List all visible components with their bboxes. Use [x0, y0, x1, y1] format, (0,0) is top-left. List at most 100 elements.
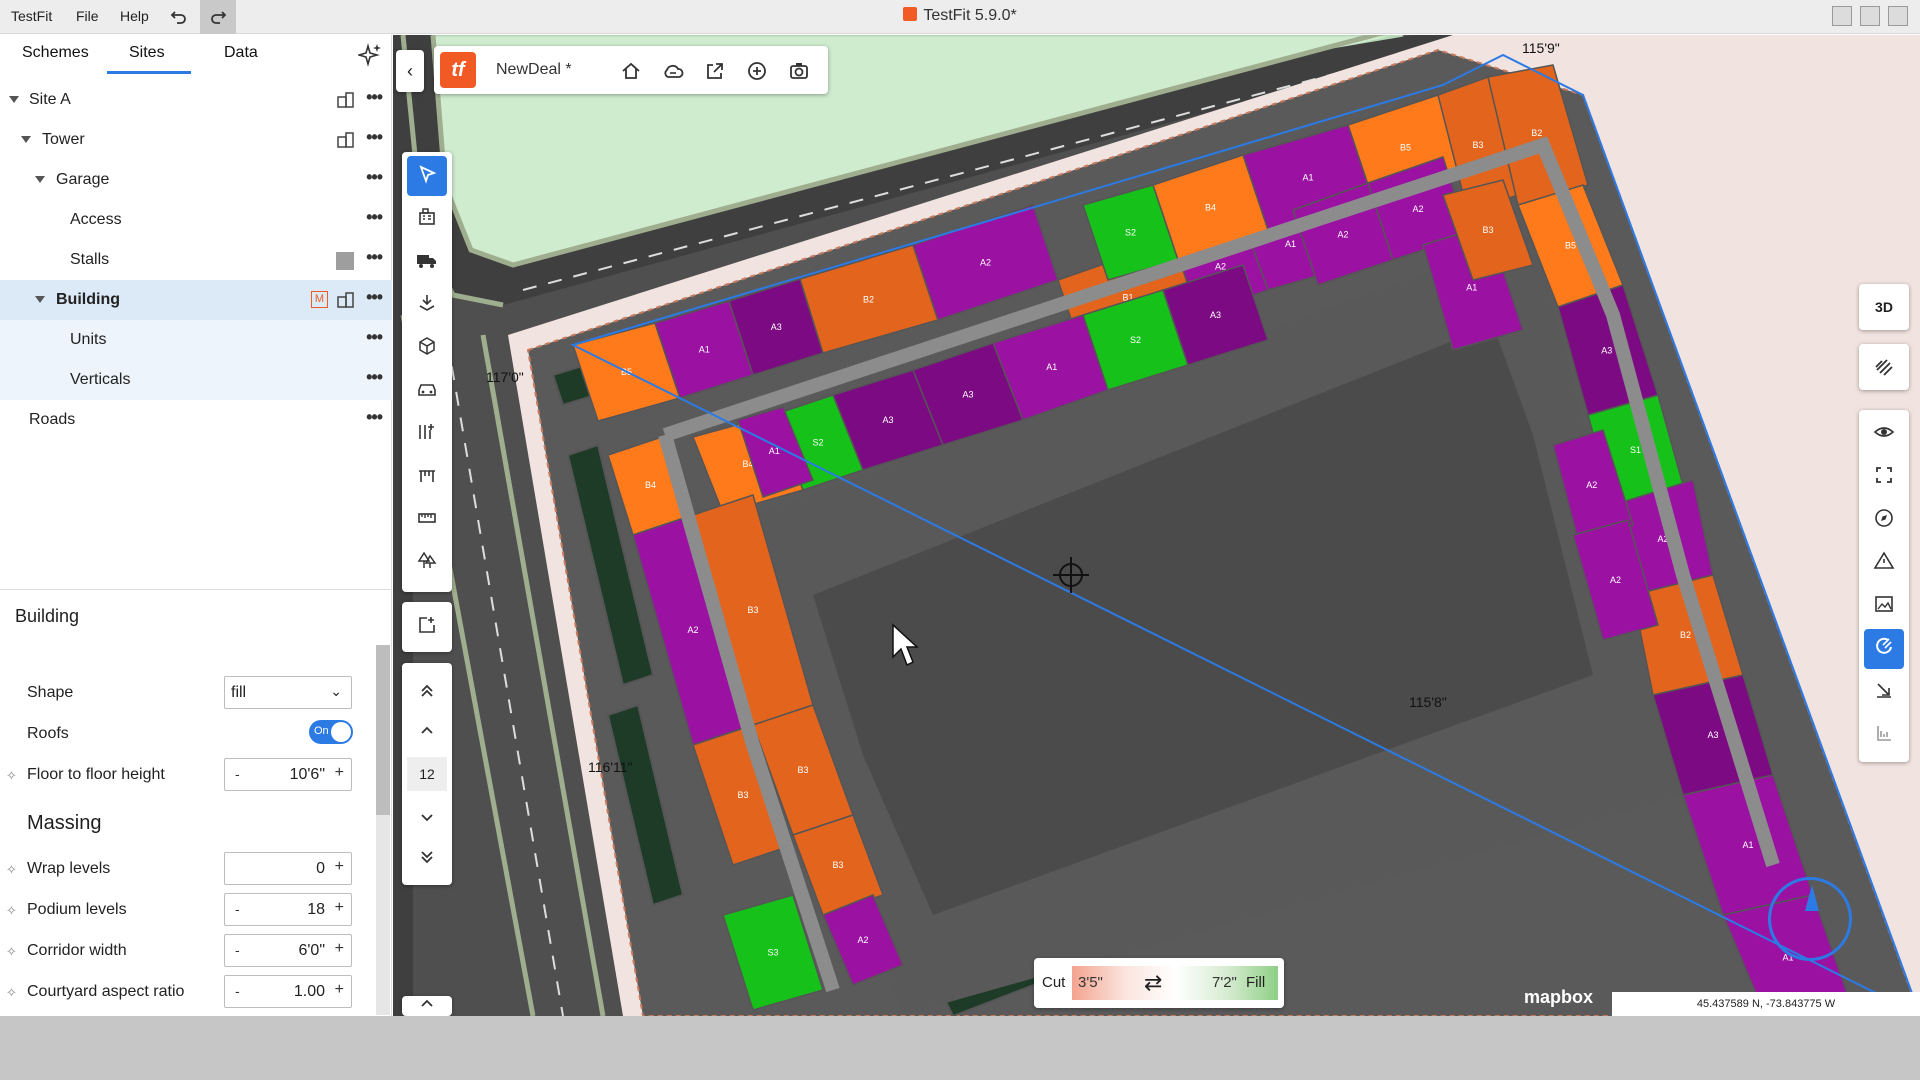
caret-down-icon[interactable] [35, 176, 45, 183]
sparkle-icon[interactable]: ✧ [6, 862, 17, 878]
undo-icon[interactable] [166, 4, 192, 30]
swap-arrows-icon[interactable]: ⇄ [1144, 970, 1162, 996]
tree-item-verticals[interactable]: Verticals ••• [0, 360, 392, 400]
testfit-logo[interactable]: tf [440, 52, 476, 88]
massing-badge[interactable]: M [311, 291, 328, 308]
select-tool[interactable] [407, 156, 447, 196]
level-down-button[interactable] [407, 799, 447, 839]
caret-down-icon[interactable] [21, 136, 31, 143]
more-options-icon[interactable]: ••• [366, 288, 383, 306]
decrement-button[interactable]: - [235, 983, 240, 999]
add-layer-button[interactable] [407, 607, 447, 647]
building-icon[interactable] [337, 292, 354, 308]
close-button[interactable] [1888, 6, 1908, 26]
menu-help[interactable]: Help [120, 8, 149, 24]
measure-tool[interactable] [407, 500, 447, 540]
sparkle-icon[interactable]: ✧ [6, 903, 17, 919]
share-icon[interactable] [704, 60, 726, 82]
decrement-button[interactable]: - [235, 901, 240, 917]
scrollbar[interactable] [376, 645, 390, 1015]
tree-item-roads[interactable]: Roads ••• [0, 400, 392, 440]
caret-down-icon[interactable] [9, 96, 19, 103]
more-options-icon[interactable]: ••• [366, 168, 383, 186]
current-level[interactable]: 12 [407, 757, 447, 791]
map-canvas[interactable]: B5 A1 A3 B2 A2 B1 A2 A1 B4 S2 A3 A3 A1 S2 A3 B5 A1 B4 S2 A2… [393, 35, 1920, 1016]
building-icon[interactable] [337, 92, 354, 108]
landscape-tool[interactable] [407, 543, 447, 583]
canopy-tool[interactable] [407, 457, 447, 497]
caret-down-icon[interactable] [35, 296, 45, 303]
tree-item-tower[interactable]: Tower ••• [0, 120, 392, 160]
tree-item-garage[interactable]: Garage ••• [0, 160, 392, 200]
menu-file[interactable]: File [76, 8, 99, 24]
more-options-icon[interactable]: ••• [366, 368, 383, 386]
redo-button[interactable] [200, 0, 236, 34]
terrain-button[interactable] [1864, 543, 1904, 583]
view-3d-button[interactable]: 3D [1859, 284, 1909, 330]
increment-button[interactable]: + [335, 940, 344, 958]
fit-view-button[interactable] [1864, 457, 1904, 497]
shape-select[interactable]: fill ⌄ [224, 676, 352, 709]
increment-button[interactable]: + [335, 899, 344, 917]
tree-item-building[interactable]: Building M ••• [0, 280, 392, 320]
level-bottom-button[interactable] [407, 839, 447, 879]
truck-tool[interactable] [407, 242, 447, 282]
amenity-tool[interactable] [407, 285, 447, 325]
cloud-sync-icon[interactable] [662, 60, 684, 82]
grid-tool[interactable] [407, 414, 447, 454]
tab-data[interactable]: Data [224, 44, 258, 62]
scroll-up-button[interactable] [407, 986, 447, 1016]
collapse-panel-button[interactable]: ‹ [396, 50, 424, 92]
image-button[interactable] [1864, 586, 1904, 626]
more-options-icon[interactable]: ••• [366, 328, 383, 346]
north-compass[interactable] [1768, 877, 1852, 961]
tree-item-units[interactable]: Units ••• [0, 320, 392, 360]
level-top-button[interactable] [407, 673, 447, 713]
building-icon[interactable] [337, 132, 354, 148]
increment-button[interactable]: + [335, 858, 344, 876]
link-button[interactable] [1859, 344, 1909, 390]
menu-testfit[interactable]: TestFit [11, 8, 52, 24]
sparkle-icon[interactable]: ✧ [6, 985, 17, 1001]
massing-tool[interactable] [407, 328, 447, 368]
courtyard-aspect-stepper[interactable]: - 1.00 + [224, 975, 352, 1008]
roofs-toggle[interactable]: On [309, 720, 353, 744]
scrollbar-thumb[interactable] [376, 645, 390, 815]
color-swatch[interactable] [336, 252, 354, 270]
project-name[interactable]: NewDeal * [496, 61, 572, 79]
tab-schemes[interactable]: Schemes [22, 44, 89, 62]
visibility-button[interactable] [1864, 414, 1904, 454]
more-options-icon[interactable]: ••• [366, 208, 383, 226]
tree-item-site-a[interactable]: Site A ••• [0, 80, 392, 120]
sparkle-icon[interactable]: ✧ [6, 768, 17, 784]
compass-button[interactable] [1864, 500, 1904, 540]
tree-item-access[interactable]: Access ••• [0, 200, 392, 240]
mapbox-attribution[interactable]: mapbox [1524, 987, 1593, 1008]
more-options-icon[interactable]: ••• [366, 408, 383, 426]
wrap-levels-stepper[interactable]: 0 + [224, 852, 352, 885]
minimize-button[interactable] [1832, 6, 1852, 26]
more-options-icon[interactable]: ••• [366, 128, 383, 146]
maximize-button[interactable] [1860, 6, 1880, 26]
decrement-button[interactable]: - [235, 766, 240, 782]
decrement-button[interactable]: - [235, 942, 240, 958]
elevation-button[interactable] [1864, 715, 1904, 755]
podium-levels-stepper[interactable]: - 18 + [224, 893, 352, 926]
increment-button[interactable]: + [335, 981, 344, 999]
more-options-icon[interactable]: ••• [366, 88, 383, 106]
camera-icon[interactable] [788, 60, 810, 82]
level-up-button[interactable] [407, 713, 447, 753]
more-options-icon[interactable]: ••• [366, 248, 383, 266]
tab-sites[interactable]: Sites [129, 44, 165, 62]
snap-button[interactable] [1864, 629, 1904, 669]
floor-to-floor-stepper[interactable]: - 10'6" + [224, 758, 352, 791]
building-tool[interactable] [407, 199, 447, 239]
sparkle-icon[interactable]: ✧ [6, 944, 17, 960]
sparkle-icon[interactable] [356, 43, 382, 72]
add-circle-icon[interactable] [746, 60, 768, 82]
tree-item-stalls[interactable]: Stalls ••• [0, 240, 392, 280]
corridor-width-stepper[interactable]: - 6'0" + [224, 934, 352, 967]
home-icon[interactable] [620, 60, 642, 82]
align-button[interactable] [1864, 672, 1904, 712]
increment-button[interactable]: + [335, 764, 344, 782]
